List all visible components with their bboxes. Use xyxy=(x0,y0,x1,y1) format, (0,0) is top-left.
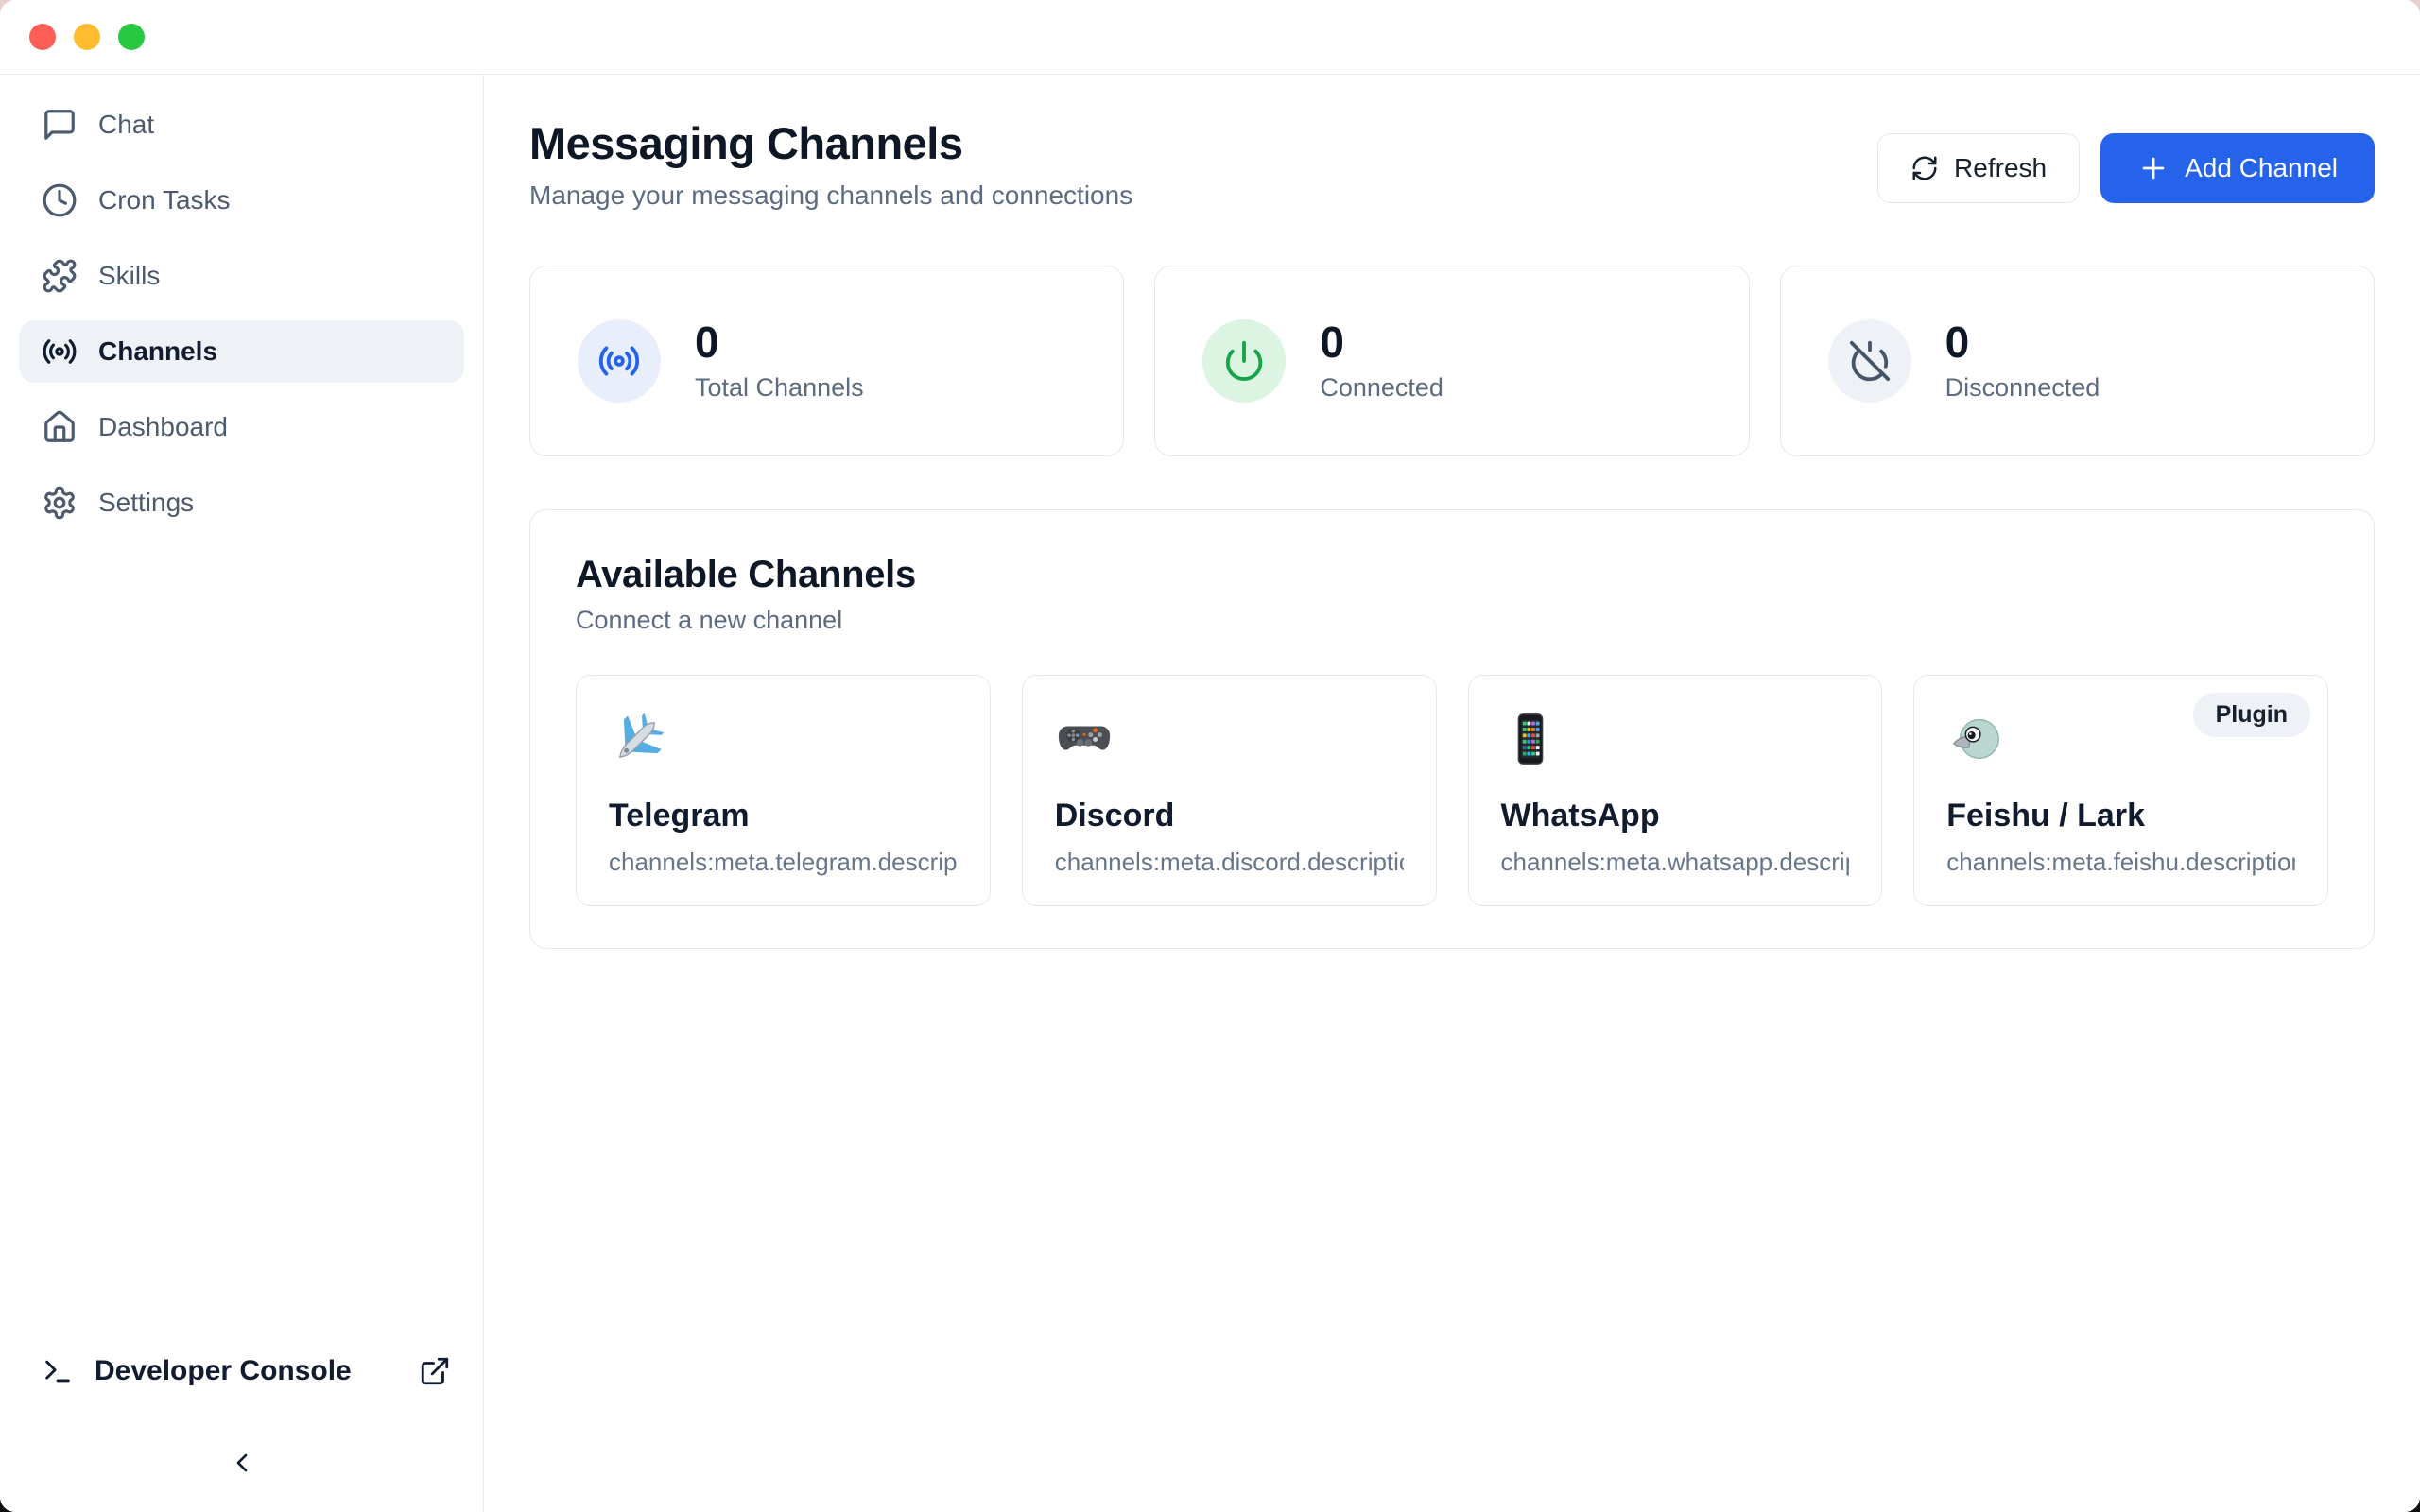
sidebar-item-label: Dashboard xyxy=(98,412,228,442)
titlebar xyxy=(0,0,2420,75)
channel-card-whatsapp[interactable]: WhatsApp channels:meta.whatsapp.descrip xyxy=(1468,675,1883,906)
channel-name: Telegram xyxy=(609,798,958,834)
stat-card-disconnected: 0 Disconnected xyxy=(1780,266,2375,456)
sidebar-item-settings[interactable]: Settings xyxy=(19,472,464,534)
plugin-badge: Plugin xyxy=(2193,693,2310,737)
sidebar-item-chat[interactable]: Chat xyxy=(19,94,464,156)
puzzle-icon xyxy=(42,258,78,294)
sidebar-item-label: Skills xyxy=(98,261,160,291)
page-title: Messaging Channels xyxy=(529,118,1132,169)
available-channels-subtitle: Connect a new channel xyxy=(576,606,2328,635)
zoom-button[interactable] xyxy=(118,24,145,50)
channel-card-feishu-lark[interactable]: Plugin Feishu / Lark channels:meta.feish… xyxy=(1913,675,2328,906)
sidebar: Chat Cron Tasks Skills Channels Dashboar… xyxy=(0,75,484,1512)
developer-console-link[interactable]: Developer Console xyxy=(19,1338,464,1404)
channel-name: Discord xyxy=(1055,798,1404,834)
stat-label: Disconnected xyxy=(1945,373,2100,403)
stats-row: 0 Total Channels 0 Connected 0 Disconnec… xyxy=(529,266,2375,456)
bird-emoji xyxy=(1946,710,2005,768)
channel-card-discord[interactable]: Discord channels:meta.discord.descriptic xyxy=(1022,675,1437,906)
broadcast-icon xyxy=(597,339,641,383)
channel-name: Feishu / Lark xyxy=(1946,798,2295,834)
add-channel-button[interactable]: Add Channel xyxy=(2100,133,2375,203)
sidebar-collapse-button[interactable] xyxy=(221,1442,263,1484)
plus-icon xyxy=(2137,152,2169,184)
minimize-button[interactable] xyxy=(74,24,100,50)
external-link-icon[interactable] xyxy=(419,1355,451,1387)
page-subtitle: Manage your messaging channels and conne… xyxy=(529,180,1132,211)
sidebar-nav: Chat Cron Tasks Skills Channels Dashboar… xyxy=(0,94,483,1338)
broadcast-icon xyxy=(42,334,78,369)
channel-name: WhatsApp xyxy=(1501,798,1850,834)
sidebar-item-channels[interactable]: Channels xyxy=(19,320,464,383)
stat-value: 0 xyxy=(1320,320,1443,364)
main-content: Messaging Channels Manage your messaging… xyxy=(484,75,2420,1512)
available-channels-section: Available Channels Connect a new channel… xyxy=(529,509,2375,949)
channel-grid: Telegram channels:meta.telegram.descript… xyxy=(576,675,2328,906)
power-off-icon xyxy=(1848,339,1892,383)
app-window: Chat Cron Tasks Skills Channels Dashboar… xyxy=(0,0,2420,1512)
stat-label: Total Channels xyxy=(695,373,864,403)
power-icon xyxy=(1222,339,1266,383)
stat-value: 0 xyxy=(1945,320,2100,364)
gear-icon xyxy=(42,485,78,521)
mobile-phone-emoji xyxy=(1501,710,1560,768)
available-channels-title: Available Channels xyxy=(576,554,2328,596)
sidebar-item-label: Settings xyxy=(98,488,194,518)
sidebar-item-skills[interactable]: Skills xyxy=(19,245,464,307)
chevron-left-icon xyxy=(227,1448,257,1478)
chat-icon xyxy=(42,107,78,143)
page-header: Messaging Channels Manage your messaging… xyxy=(529,118,2375,211)
clock-icon xyxy=(42,182,78,218)
channel-description: channels:meta.whatsapp.descrip xyxy=(1501,848,1850,877)
refresh-button[interactable]: Refresh xyxy=(1877,133,2080,203)
channel-card-telegram[interactable]: Telegram channels:meta.telegram.descript xyxy=(576,675,991,906)
sidebar-footer: Developer Console xyxy=(0,1338,483,1484)
stat-label: Connected xyxy=(1320,373,1443,403)
sidebar-item-label: Chat xyxy=(98,110,154,140)
sidebar-item-label: Cron Tasks xyxy=(98,185,231,215)
refresh-icon xyxy=(1910,154,1939,182)
close-button[interactable] xyxy=(29,24,56,50)
terminal-icon xyxy=(42,1355,74,1387)
channel-description: channels:meta.feishu.description xyxy=(1946,848,2295,877)
channel-description: channels:meta.telegram.descript xyxy=(609,848,958,877)
channel-description: channels:meta.discord.descriptic xyxy=(1055,848,1404,877)
sidebar-item-label: Channels xyxy=(98,336,217,367)
stat-card-connected: 0 Connected xyxy=(1154,266,1749,456)
stat-value: 0 xyxy=(695,320,864,364)
stat-card-total-channels: 0 Total Channels xyxy=(529,266,1124,456)
sidebar-item-cron-tasks[interactable]: Cron Tasks xyxy=(19,169,464,232)
developer-console-label: Developer Console xyxy=(95,1355,352,1387)
sidebar-item-dashboard[interactable]: Dashboard xyxy=(19,396,464,458)
home-icon xyxy=(42,409,78,445)
airplane-emoji xyxy=(609,710,667,768)
game-controller-emoji xyxy=(1055,710,1114,768)
